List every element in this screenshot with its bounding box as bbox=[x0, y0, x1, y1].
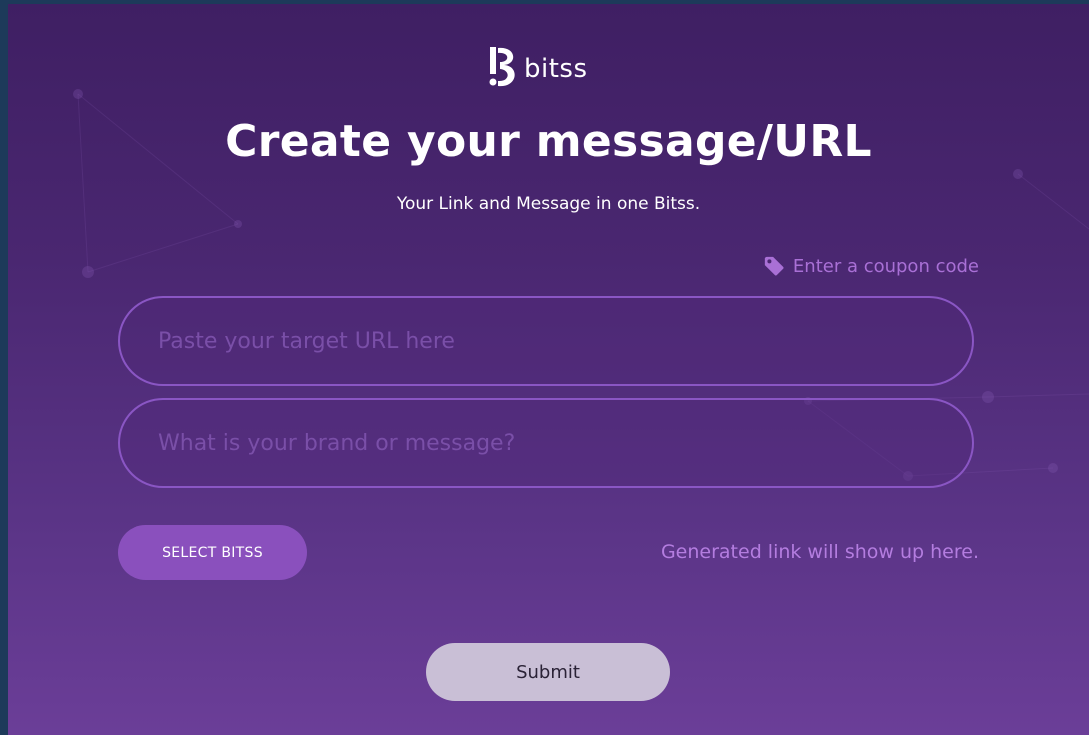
bitss-b-icon bbox=[489, 47, 515, 87]
coupon-link[interactable]: Enter a coupon code bbox=[763, 255, 979, 277]
brand-message-input[interactable] bbox=[118, 398, 974, 488]
generated-link-output: Generated link will show up here. bbox=[660, 541, 979, 563]
bitss-logo[interactable]: bitss bbox=[486, 44, 588, 90]
select-bitss-button[interactable]: SELECT BITSS bbox=[118, 525, 307, 580]
submit-button[interactable]: Submit bbox=[426, 643, 670, 701]
page-frame: bitss Create your message/URL Your Link … bbox=[8, 4, 1089, 735]
page-title: Create your message/URL bbox=[225, 116, 872, 167]
coupon-label: Enter a coupon code bbox=[792, 255, 979, 277]
page-subtitle: Your Link and Message in one Bitss. bbox=[396, 194, 701, 214]
target-url-input[interactable] bbox=[118, 296, 974, 386]
logo-text: bitss bbox=[524, 54, 588, 84]
tag-icon bbox=[764, 256, 784, 276]
